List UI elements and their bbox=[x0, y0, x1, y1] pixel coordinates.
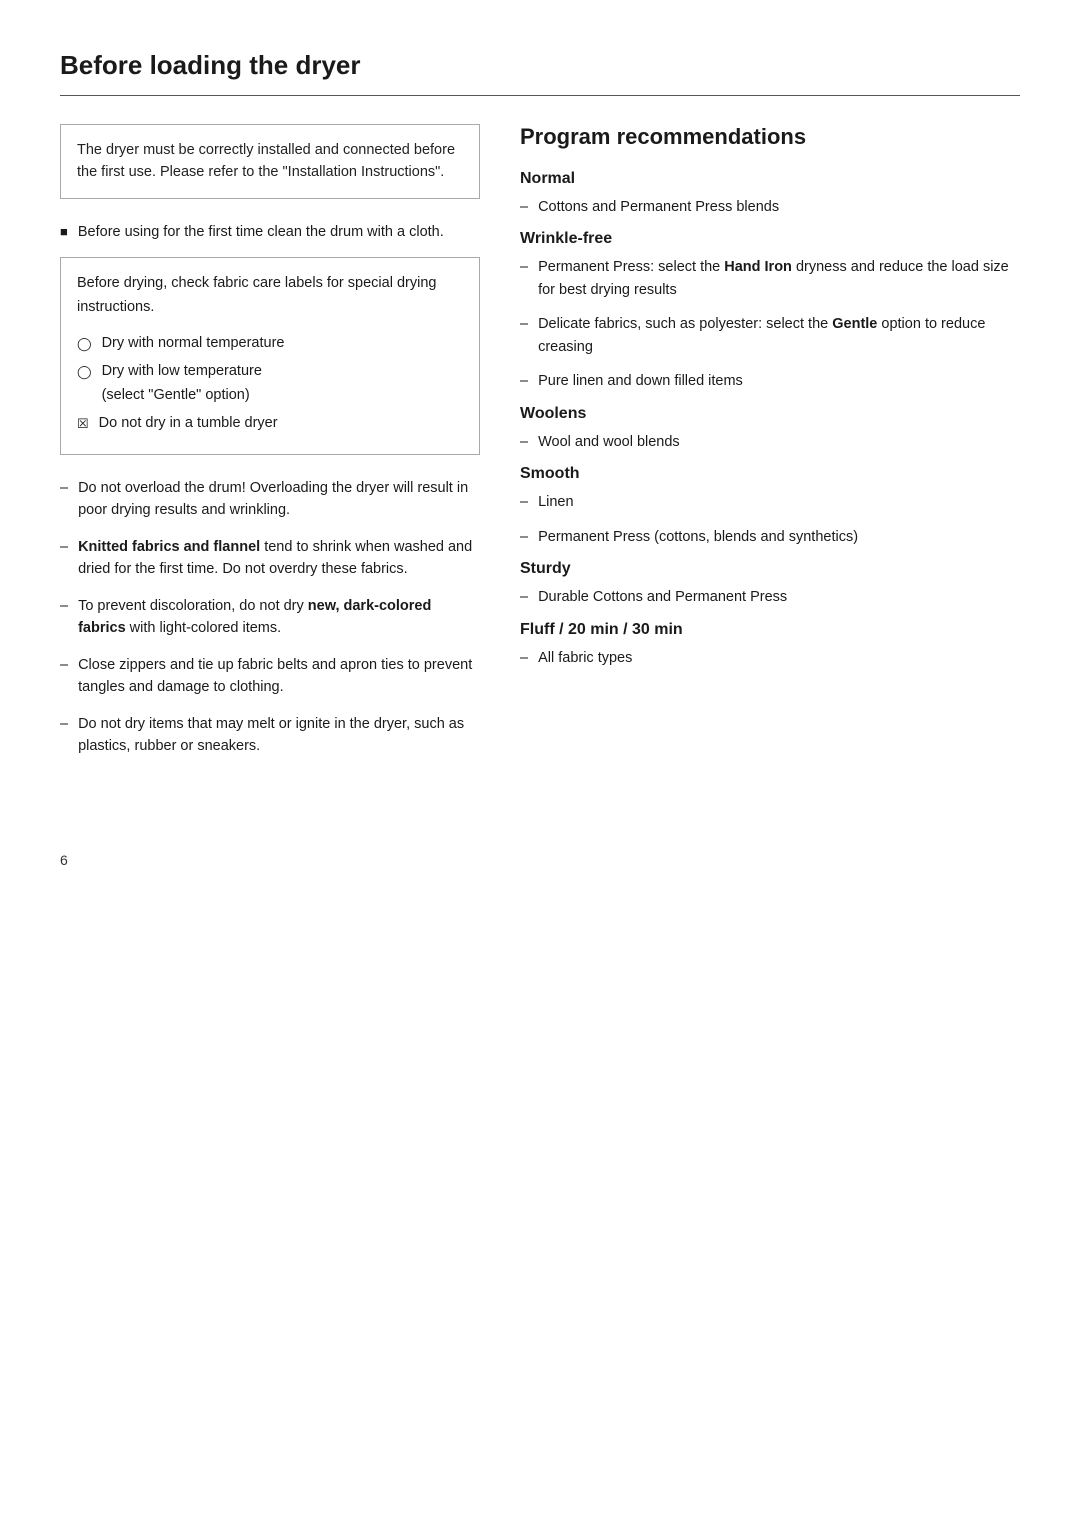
rec-wf-2: – Delicate fabrics, such as polyester: s… bbox=[520, 313, 1020, 358]
fabric-row-3: ☒ Do not dry in a tumble dryer bbox=[77, 412, 463, 436]
dash-text-5: Do not dry items that may melt or ignite… bbox=[78, 713, 480, 758]
dash-icon-2: – bbox=[60, 536, 68, 558]
rec-fluff-text-1: All fabric types bbox=[538, 647, 632, 669]
dash-item-3: – To prevent discoloration, do not dry n… bbox=[60, 595, 480, 640]
rec-sturdy-1: – Durable Cottons and Permanent Press bbox=[520, 586, 1020, 608]
rec-normal-1: – Cottons and Permanent Press blends bbox=[520, 196, 1020, 218]
left-column: The dryer must be correctly installed an… bbox=[60, 124, 480, 772]
rec-wf-1: – Permanent Press: select the Hand Iron … bbox=[520, 256, 1020, 301]
rec-smooth-text-1: Linen bbox=[538, 491, 573, 513]
heading-sturdy: Sturdy bbox=[520, 560, 1020, 578]
fabric-row-2: ◯ Dry with low temperature(select "Gentl… bbox=[77, 360, 463, 408]
dash-item-5: – Do not dry items that may melt or igni… bbox=[60, 713, 480, 758]
right-column: Program recommendations Normal – Cottons… bbox=[520, 124, 1020, 681]
rec-woolens-text-1: Wool and wool blends bbox=[538, 431, 680, 453]
fabric-item-3: Do not dry in a tumble dryer bbox=[99, 412, 278, 436]
rec-dash-wf2: – bbox=[520, 313, 528, 335]
rec-woolens-1: – Wool and wool blends bbox=[520, 431, 1020, 453]
rec-fluff-1: – All fabric types bbox=[520, 647, 1020, 669]
rec-dash-f1: – bbox=[520, 647, 528, 669]
section-normal: Normal – Cottons and Permanent Press ble… bbox=[520, 170, 1020, 218]
fabric-item-1: Dry with normal temperature bbox=[102, 332, 285, 356]
heading-wrinkle-free: Wrinkle-free bbox=[520, 230, 1020, 248]
rec-normal-text-1: Cottons and Permanent Press blends bbox=[538, 196, 779, 218]
section-sturdy: Sturdy – Durable Cottons and Permanent P… bbox=[520, 560, 1020, 608]
rec-smooth-1: – Linen bbox=[520, 491, 1020, 513]
rec-dash-s2: – bbox=[520, 526, 528, 548]
rec-wf-text-1: Permanent Press: select the Hand Iron dr… bbox=[538, 256, 1020, 301]
rec-wf-3: – Pure linen and down filled items bbox=[520, 370, 1020, 392]
rec-dash-wf3: – bbox=[520, 370, 528, 392]
rec-wf-text-2: Delicate fabrics, such as polyester: sel… bbox=[538, 313, 1020, 358]
dash-icon-1: – bbox=[60, 477, 68, 499]
fabric-row-1: ◯ Dry with normal temperature bbox=[77, 332, 463, 356]
heading-smooth: Smooth bbox=[520, 465, 1020, 483]
installation-notice-text: The dryer must be correctly installed an… bbox=[77, 142, 455, 180]
page-footer: 6 bbox=[60, 852, 1020, 869]
circle-outline-icon-2: ◯ bbox=[77, 361, 92, 382]
page-title: Before loading the dryer bbox=[60, 50, 1020, 81]
circle-outline-icon-1: ◯ bbox=[77, 333, 92, 354]
rec-dash-s1: – bbox=[520, 491, 528, 513]
rec-dash-w1: – bbox=[520, 431, 528, 453]
checkbox-x-icon: ☒ bbox=[77, 413, 89, 434]
installation-notice: The dryer must be correctly installed an… bbox=[60, 124, 480, 199]
rec-smooth-text-2: Permanent Press (cottons, blends and syn… bbox=[538, 526, 858, 548]
dash-text-1: Do not overload the drum! Overloading th… bbox=[78, 477, 480, 522]
dash-text-4: Close zippers and tie up fabric belts an… bbox=[78, 654, 480, 699]
main-content: The dryer must be correctly installed an… bbox=[60, 124, 1020, 772]
fabric-care-box: Before drying, check fabric care labels … bbox=[60, 257, 480, 455]
rec-wf-text-3: Pure linen and down filled items bbox=[538, 370, 743, 392]
heading-normal: Normal bbox=[520, 170, 1020, 188]
dash-icon-3: – bbox=[60, 595, 68, 617]
first-use-bullet: ■ Before using for the first time clean … bbox=[60, 221, 480, 243]
section-wrinkle-free: Wrinkle-free – Permanent Press: select t… bbox=[520, 230, 1020, 392]
first-use-text: Before using for the first time clean th… bbox=[78, 221, 444, 243]
fabric-item-2: Dry with low temperature(select "Gentle"… bbox=[102, 360, 262, 408]
rec-dash: – bbox=[520, 196, 528, 218]
section-smooth: Smooth – Linen – Permanent Press (cotton… bbox=[520, 465, 1020, 548]
bullet-icon: ■ bbox=[60, 222, 68, 242]
rec-dash-wf1: – bbox=[520, 256, 528, 278]
heading-woolens: Woolens bbox=[520, 405, 1020, 423]
dash-text-2: Knitted fabrics and flannel tend to shri… bbox=[78, 536, 480, 581]
rec-dash-st1: – bbox=[520, 586, 528, 608]
dash-item-1: – Do not overload the drum! Overloading … bbox=[60, 477, 480, 522]
fabric-care-intro: Before drying, check fabric care labels … bbox=[77, 272, 463, 320]
dash-text-3: To prevent discoloration, do not dry new… bbox=[78, 595, 480, 640]
dash-item-4: – Close zippers and tie up fabric belts … bbox=[60, 654, 480, 699]
section-fluff: Fluff / 20 min / 30 min – All fabric typ… bbox=[520, 621, 1020, 669]
rec-sturdy-text-1: Durable Cottons and Permanent Press bbox=[538, 586, 787, 608]
section-woolens: Woolens – Wool and wool blends bbox=[520, 405, 1020, 453]
dash-icon-5: – bbox=[60, 713, 68, 735]
page-number: 6 bbox=[60, 852, 68, 868]
dash-icon-4: – bbox=[60, 654, 68, 676]
dash-item-2: – Knitted fabrics and flannel tend to sh… bbox=[60, 536, 480, 581]
rec-smooth-2: – Permanent Press (cottons, blends and s… bbox=[520, 526, 1020, 548]
heading-fluff: Fluff / 20 min / 30 min bbox=[520, 621, 1020, 639]
program-recommendations-title: Program recommendations bbox=[520, 124, 1020, 150]
top-divider bbox=[60, 95, 1020, 96]
